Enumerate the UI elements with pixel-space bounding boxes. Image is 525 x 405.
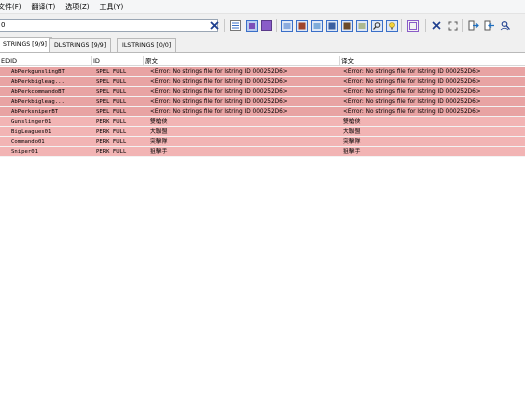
tab-strings[interactable]: STRINGS [9/9] bbox=[0, 37, 52, 53]
tab-divider bbox=[0, 52, 525, 53]
grid-header: EDID ID 原文 译文 bbox=[0, 56, 525, 66]
view-4-icon[interactable] bbox=[325, 19, 338, 32]
table-row[interactable]: AbPerkcommandoBT SPEL FULL <Error: No st… bbox=[0, 87, 525, 97]
toolbar: 0 bbox=[0, 14, 525, 37]
cell-edid: AbPerkbigleag... bbox=[11, 99, 65, 105]
cell-edid: AbPerkcommandoBT bbox=[11, 89, 65, 95]
cell-id: PERK FULL bbox=[96, 149, 127, 155]
menu-file[interactable]: 文件(F) bbox=[0, 2, 22, 12]
column-header-source[interactable]: 原文 bbox=[144, 56, 340, 66]
cell-edid: AbPerksniperBT bbox=[11, 109, 59, 115]
toolbar-separator bbox=[425, 19, 426, 32]
cell-source: 大聯盟 bbox=[150, 129, 168, 135]
cell-edid: Commando01 bbox=[11, 139, 45, 145]
cell-id: PERK FULL bbox=[96, 139, 127, 145]
column-header-edid[interactable]: EDID bbox=[0, 56, 92, 66]
table-row[interactable]: Sniper01 PERK FULL 狙擊手 狙擊手 bbox=[0, 147, 525, 157]
purple-box-icon[interactable] bbox=[260, 19, 273, 32]
lightbulb-icon[interactable] bbox=[385, 19, 398, 32]
toolbar-separator bbox=[401, 19, 402, 32]
cell-translation: <Error: No strings file for lstring ID 0… bbox=[343, 69, 481, 75]
column-header-id[interactable]: ID bbox=[92, 56, 144, 66]
cell-source: <Error: No strings file for lstring ID 0… bbox=[150, 79, 288, 85]
cell-source: <Error: No strings file for lstring ID 0… bbox=[150, 89, 288, 95]
square-frame-icon[interactable] bbox=[406, 19, 419, 32]
cell-id: PERK FULL bbox=[96, 129, 127, 135]
cell-source: 雙槍俠 bbox=[150, 119, 168, 125]
table-row[interactable]: AbPerkgunslingBT SPEL FULL <Error: No st… bbox=[0, 67, 525, 77]
cell-edid: Sniper01 bbox=[11, 149, 38, 155]
cell-id: SPEL FULL bbox=[96, 79, 127, 85]
table-row[interactable]: AbPerksniperBT SPEL FULL <Error: No stri… bbox=[0, 107, 525, 117]
cell-id: SPEL FULL bbox=[96, 99, 127, 105]
cell-translation: <Error: No strings file for lstring ID 0… bbox=[343, 89, 481, 95]
tab-ilstrings[interactable]: ILSTRINGS [0/0] bbox=[117, 38, 177, 52]
cell-translation: <Error: No strings file for lstring ID 0… bbox=[343, 99, 481, 105]
view-3-icon[interactable] bbox=[310, 19, 323, 32]
table-row[interactable]: AbPerkbigleag... SPEL FULL <Error: No st… bbox=[0, 97, 525, 107]
menu-translate[interactable]: 翻译(T) bbox=[32, 2, 56, 12]
clear-search-icon[interactable] bbox=[208, 19, 221, 32]
cell-edid: AbPerkgunslingBT bbox=[11, 69, 65, 75]
cell-id: SPEL FULL bbox=[96, 109, 127, 115]
export-icon[interactable] bbox=[467, 19, 480, 32]
fullscreen-icon[interactable] bbox=[446, 19, 459, 32]
list-view-icon[interactable] bbox=[229, 19, 242, 32]
cell-edid: BigLeagues01 bbox=[11, 129, 52, 135]
column-header-translation[interactable]: 译文 bbox=[340, 56, 525, 66]
table-row[interactable]: AbPerkbigleag... SPEL FULL <Error: No st… bbox=[0, 77, 525, 87]
cell-id: SPEL FULL bbox=[96, 89, 127, 95]
highlight-box-icon[interactable] bbox=[245, 19, 258, 32]
tab-bar: STRINGS [9/9] DLSTRINGS [9/9] ILSTRINGS … bbox=[0, 37, 525, 53]
toolbar-separator bbox=[224, 19, 225, 32]
cell-source: <Error: No strings file for lstring ID 0… bbox=[150, 69, 288, 75]
cell-translation: 大聯盟 bbox=[343, 129, 361, 135]
cell-id: PERK FULL bbox=[96, 119, 127, 125]
menu-tools[interactable]: 工具(Y) bbox=[100, 2, 124, 12]
table-row[interactable]: Commando01 PERK FULL 突擊隊 突擊隊 bbox=[0, 137, 525, 147]
toolbar-separator bbox=[276, 19, 277, 32]
view-1-icon[interactable] bbox=[280, 19, 293, 32]
menu-options[interactable]: 选项(Z) bbox=[65, 2, 89, 12]
menu-bar: 文件(F) 翻译(T) 选项(Z) 工具(Y) bbox=[0, 0, 525, 14]
table-row[interactable]: Gunslinger01 PERK FULL 雙槍俠 雙槍俠 bbox=[0, 117, 525, 127]
toolbar-separator bbox=[462, 19, 463, 32]
cell-translation: <Error: No strings file for lstring ID 0… bbox=[343, 79, 481, 85]
find-icon[interactable] bbox=[370, 19, 383, 32]
cell-edid: AbPerkbigleag... bbox=[11, 79, 65, 85]
cell-translation: 突擊隊 bbox=[343, 139, 361, 145]
cell-id: SPEL FULL bbox=[96, 69, 127, 75]
user-search-icon[interactable] bbox=[499, 19, 512, 32]
cell-source: <Error: No strings file for lstring ID 0… bbox=[150, 109, 288, 115]
cell-translation: 雙槍俠 bbox=[343, 119, 361, 125]
cell-translation: 狙擊手 bbox=[343, 149, 361, 155]
view-6-icon[interactable] bbox=[355, 19, 368, 32]
cell-source: 突擊隊 bbox=[150, 139, 168, 145]
cell-source: <Error: No strings file for lstring ID 0… bbox=[150, 99, 288, 105]
search-input[interactable]: 0 bbox=[0, 19, 218, 32]
cell-source: 狙擊手 bbox=[150, 149, 168, 155]
close-icon[interactable] bbox=[430, 19, 443, 32]
view-5-icon[interactable] bbox=[340, 19, 353, 32]
table-row[interactable]: BigLeagues01 PERK FULL 大聯盟 大聯盟 bbox=[0, 127, 525, 137]
cell-translation: <Error: No strings file for lstring ID 0… bbox=[343, 109, 481, 115]
view-2-icon[interactable] bbox=[295, 19, 308, 32]
string-table: AbPerkgunslingBT SPEL FULL <Error: No st… bbox=[0, 67, 525, 157]
tab-dlstrings[interactable]: DLSTRINGS [9/9] bbox=[49, 38, 112, 52]
cell-edid: Gunslinger01 bbox=[11, 119, 52, 125]
import-icon[interactable] bbox=[483, 19, 496, 32]
